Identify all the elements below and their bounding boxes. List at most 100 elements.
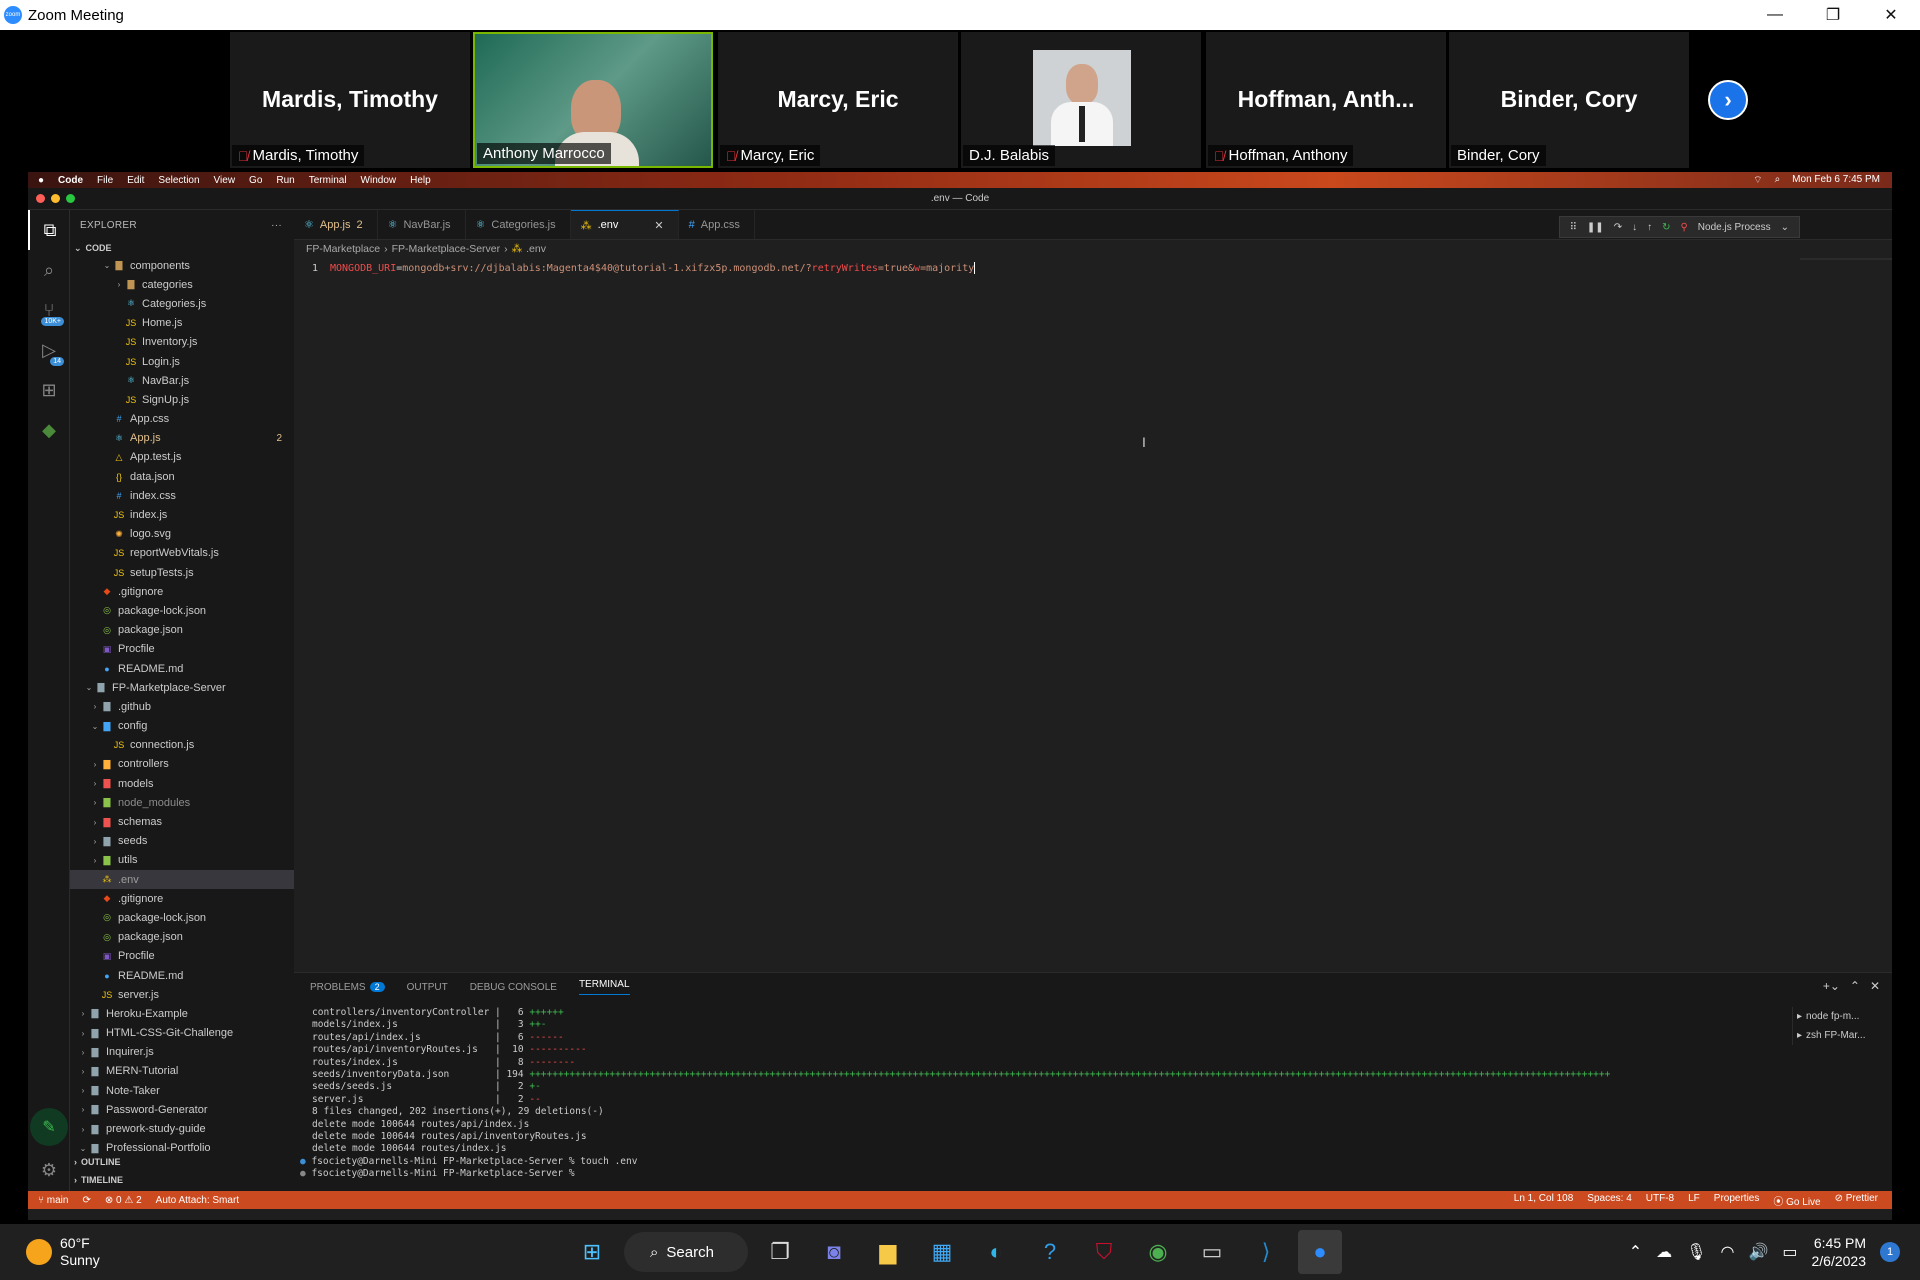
step-into-icon[interactable]: ↓ xyxy=(1632,222,1637,233)
code-line[interactable]: 1 MONGODB_URI=mongodb+srv://djbalabis:Ma… xyxy=(294,260,1892,276)
participant-tile[interactable]: Mardis, Timothy 🎙̸ Mardis, Timothy xyxy=(230,32,470,168)
tree-item[interactable]: ◆ .gitignore xyxy=(70,582,294,601)
tree-item[interactable]: › ▇ Heroku-Example xyxy=(70,1004,294,1023)
branch-indicator[interactable]: ⑂ main xyxy=(38,1195,68,1206)
help-icon[interactable]: ? xyxy=(1028,1230,1072,1274)
tree-item[interactable]: ◎ package.json xyxy=(70,928,294,947)
participant-tile[interactable]: Hoffman, Anth... 🎙̸ Hoffman, Anthony xyxy=(1206,32,1446,168)
tree-item[interactable]: JS reportWebVitals.js xyxy=(70,544,294,563)
menu-edit[interactable]: Edit xyxy=(127,175,144,186)
status-item[interactable]: Spaces: 4 xyxy=(1587,1193,1631,1208)
tree-item[interactable]: › ▇ seeds xyxy=(70,832,294,851)
debug-process-select[interactable]: Node.js Process xyxy=(1698,222,1771,233)
tree-item[interactable]: ● README.md xyxy=(70,966,294,985)
tree-item[interactable]: › ▇ categories xyxy=(70,275,294,294)
menu-help[interactable]: Help xyxy=(410,175,431,186)
explorer-icon[interactable]: ⧉ xyxy=(28,210,70,250)
terminal-output[interactable]: controllers/inventoryController | 6 ++++… xyxy=(300,1007,1610,1181)
auto-attach[interactable]: Auto Attach: Smart xyxy=(156,1195,239,1206)
source-control-icon[interactable]: ⑂ 10K+ xyxy=(28,290,70,330)
restore-button[interactable]: ❐ xyxy=(1804,0,1862,30)
participant-tile[interactable]: Binder, Cory Binder, Cory xyxy=(1449,32,1689,168)
tree-item[interactable]: ⚛ NavBar.js xyxy=(70,371,294,390)
breadcrumb-item[interactable]: FP-Marketplace xyxy=(306,243,380,255)
editor-tab[interactable]: # App.css xyxy=(679,210,755,239)
zoom-icon[interactable]: ● xyxy=(1298,1230,1342,1274)
next-page-button[interactable]: › xyxy=(1708,80,1748,120)
tree-item[interactable]: ◎ package.json xyxy=(70,621,294,640)
tree-item[interactable]: JS setupTests.js xyxy=(70,563,294,582)
terminal-zsh[interactable]: ▸ zsh FP-Mar... xyxy=(1797,1026,1892,1045)
terminal-icon[interactable]: ▭ xyxy=(1190,1230,1234,1274)
status-item[interactable]: ⦿ Go Live xyxy=(1773,1193,1820,1208)
participant-tile[interactable]: Anthony Marrocco xyxy=(473,32,713,168)
tree-item[interactable]: › ▇ Inquirer.js xyxy=(70,1043,294,1062)
tab-terminal[interactable]: TERMINAL xyxy=(578,979,630,995)
cloud-icon[interactable]: ☁ xyxy=(1656,1242,1672,1262)
tree-item[interactable]: JS connection.js xyxy=(70,736,294,755)
tree-item[interactable]: JS Home.js xyxy=(70,314,294,333)
terminal-prompt[interactable]: ● fsociety@Darnells-Mini FP-Marketplace-… xyxy=(300,1168,1610,1180)
tree-item[interactable]: › ▇ HTML-CSS-Git-Challenge xyxy=(70,1024,294,1043)
run-debug-icon[interactable]: ▷ 14 xyxy=(28,330,70,370)
store-icon[interactable]: ▦ xyxy=(920,1230,964,1274)
tree-item[interactable]: ⌄ ▇ components xyxy=(70,256,294,275)
mcafee-icon[interactable]: ⛉ xyxy=(1082,1230,1126,1274)
editor-tab[interactable]: ⁂ .env ✕ xyxy=(570,210,679,239)
microphone-icon[interactable]: 🎙 xyxy=(1686,1242,1706,1262)
tree-item[interactable]: ⌄ ▇ config xyxy=(70,717,294,736)
tree-item[interactable]: ⌄ ▇ FP-Marketplace-Server xyxy=(70,678,294,697)
tree-item[interactable]: △ App.test.js xyxy=(70,448,294,467)
battery-icon[interactable]: ▭ xyxy=(1782,1242,1797,1262)
menu-run[interactable]: Run xyxy=(276,175,294,186)
menu-go[interactable]: Go xyxy=(249,175,262,186)
chevron-down-icon[interactable]: ⌄ xyxy=(1781,222,1789,233)
tree-item[interactable]: JS index.js xyxy=(70,505,294,524)
status-item[interactable]: UTF-8 xyxy=(1646,1193,1674,1208)
minimize-button[interactable]: — xyxy=(1746,0,1804,30)
more-actions-icon[interactable]: ··· xyxy=(271,220,282,231)
pause-icon[interactable]: ❚❚ xyxy=(1587,222,1604,233)
extensions-icon[interactable]: ⊞ xyxy=(28,370,70,410)
tree-item[interactable]: JS server.js xyxy=(70,985,294,1004)
tree-item[interactable]: › ▇ Note-Taker xyxy=(70,1081,294,1100)
tree-item[interactable]: › ▇ controllers xyxy=(70,755,294,774)
search-box[interactable]: ⌕ Search xyxy=(624,1232,748,1272)
tab-output[interactable]: OUTPUT xyxy=(407,982,448,993)
menu-code[interactable]: Code xyxy=(58,175,83,186)
status-item[interactable]: Properties xyxy=(1714,1193,1760,1208)
problems-indicator[interactable]: ⊗ 0 ⚠ 2 xyxy=(105,1195,142,1206)
new-terminal-icon[interactable]: +⌄ xyxy=(1823,979,1840,993)
section-outline[interactable]: › OUTLINE xyxy=(70,1154,294,1170)
wifi-icon[interactable]: ⌔ xyxy=(1753,174,1762,187)
menu-view[interactable]: View xyxy=(214,175,236,186)
apple-menu[interactable]: ● xyxy=(38,175,44,186)
sync-icon[interactable]: ⟳ xyxy=(82,1195,90,1206)
chrome-icon[interactable]: ◉ xyxy=(1136,1230,1180,1274)
close-panel-icon[interactable]: ✕ xyxy=(1870,979,1880,993)
volume-icon[interactable]: 🔊 xyxy=(1748,1242,1768,1262)
participant-tile[interactable]: D.J. Balabis xyxy=(961,32,1201,168)
menu-terminal[interactable]: Terminal xyxy=(309,175,347,186)
mongodb-icon[interactable]: ◆ xyxy=(28,410,70,450)
tree-item[interactable]: JS SignUp.js xyxy=(70,390,294,409)
participant-tile[interactable]: Marcy, Eric 🎙̸ Marcy, Eric xyxy=(718,32,958,168)
tree-item[interactable]: › ▇ utils xyxy=(70,851,294,870)
settings-gear-icon[interactable]: ⚙ xyxy=(28,1150,70,1190)
disconnect-icon[interactable]: ⚲ xyxy=(1680,222,1687,233)
close-window-icon[interactable] xyxy=(36,194,45,203)
weather-widget[interactable]: 60°F Sunny xyxy=(0,1235,100,1269)
chevron-up-icon[interactable]: ⌃ xyxy=(1629,1242,1642,1262)
file-explorer-icon[interactable]: ▆ xyxy=(866,1230,910,1274)
tree-item[interactable]: ⁂ .env xyxy=(70,870,294,890)
tree-item[interactable]: › ▇ models xyxy=(70,774,294,793)
close-button[interactable]: ✕ xyxy=(1862,0,1920,30)
restart-icon[interactable]: ↻ xyxy=(1662,222,1670,233)
minimize-window-icon[interactable] xyxy=(51,194,60,203)
tab-problems[interactable]: PROBLEMS 2 xyxy=(310,981,385,993)
tree-item[interactable]: › ▇ .github xyxy=(70,697,294,716)
wifi-icon[interactable]: ◠ xyxy=(1720,1242,1734,1262)
tree-item[interactable]: ◎ package-lock.json xyxy=(70,908,294,927)
zoom-window-icon[interactable] xyxy=(66,194,75,203)
tree-item[interactable]: › ▇ schemas xyxy=(70,812,294,831)
